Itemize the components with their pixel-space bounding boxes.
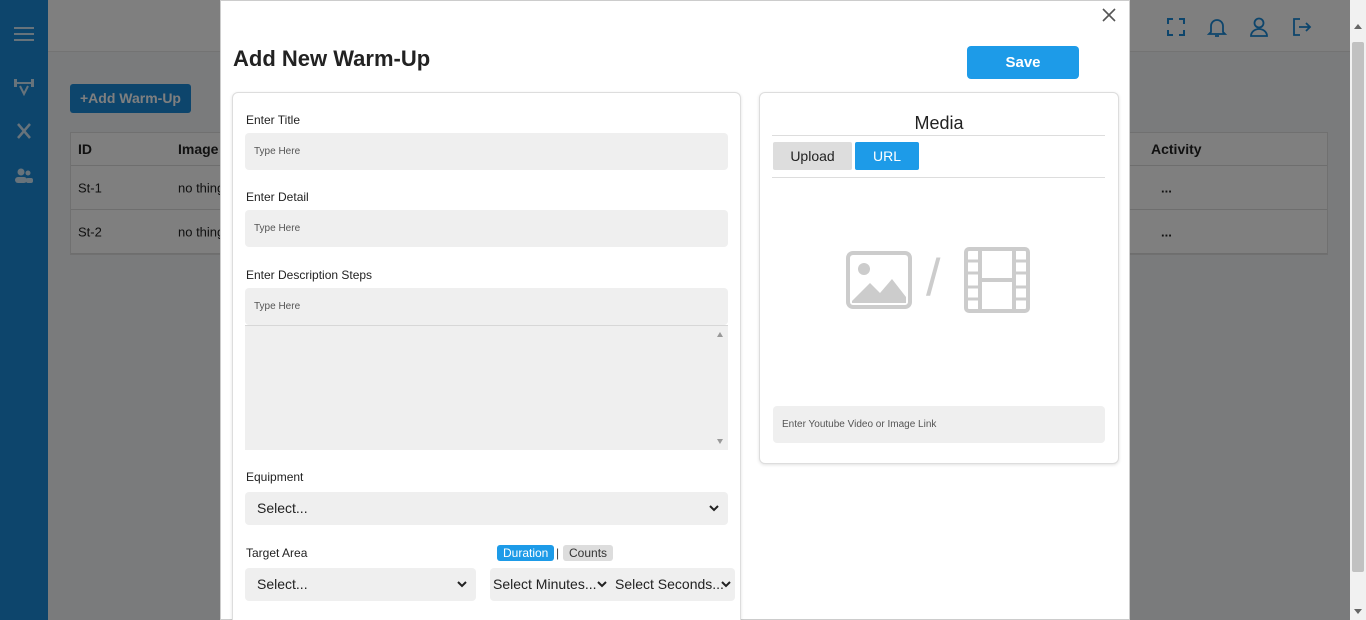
- target-area-label: Target Area: [246, 546, 308, 560]
- title-label: Enter Title: [246, 113, 301, 127]
- film-icon: [964, 247, 1030, 313]
- tab-url[interactable]: URL: [855, 142, 919, 170]
- media-link-input[interactable]: Enter Youtube Video or Image Link: [773, 406, 1105, 443]
- scroll-up-arrow-icon[interactable]: [1354, 24, 1362, 29]
- target-area-select[interactable]: Select...: [245, 568, 476, 601]
- counts-toggle[interactable]: Counts: [563, 545, 614, 561]
- chevron-down-icon: [597, 581, 607, 588]
- minutes-select[interactable]: Select Minutes...: [490, 568, 610, 601]
- modal-title: Add New Warm-Up: [233, 46, 431, 71]
- title-input[interactable]: Type Here: [245, 133, 728, 170]
- steps-textarea[interactable]: [245, 325, 728, 450]
- divider: [772, 177, 1105, 178]
- media-placeholder: /: [846, 245, 1036, 315]
- detail-label: Enter Detail: [246, 190, 309, 204]
- minutes-value: Select Minutes...: [493, 576, 597, 592]
- scroll-down-arrow-icon[interactable]: [1354, 609, 1362, 614]
- target-area-value: Select...: [257, 576, 308, 592]
- duration-toggle[interactable]: Duration: [497, 545, 555, 561]
- add-warm-up-modal: Add New Warm-Up Save Enter Title Type He…: [220, 0, 1130, 620]
- tab-upload[interactable]: Upload: [773, 142, 852, 170]
- image-icon: [846, 251, 912, 309]
- chevron-down-icon: [457, 581, 467, 588]
- divider: [772, 135, 1105, 136]
- seconds-value: Select Seconds...: [615, 576, 724, 592]
- media-title: Media: [914, 113, 964, 133]
- textarea-scroll-up-icon[interactable]: [717, 332, 723, 337]
- close-icon[interactable]: [1099, 5, 1119, 25]
- seconds-select[interactable]: Select Seconds...: [612, 568, 734, 601]
- form-card: Enter Title Type Here Enter Detail Type …: [232, 92, 741, 620]
- save-button[interactable]: Save: [967, 46, 1079, 79]
- media-card: Media Upload URL / Enter Youtube Video o…: [759, 92, 1119, 464]
- toggle-separator: |: [556, 546, 560, 560]
- chevron-down-icon: [721, 581, 731, 588]
- detail-input[interactable]: Type Here: [245, 210, 728, 247]
- page-scrollbar[interactable]: [1350, 0, 1366, 620]
- equipment-value: Select...: [257, 500, 308, 516]
- equipment-select[interactable]: Select...: [245, 492, 728, 525]
- scrollbar-thumb[interactable]: [1352, 42, 1364, 572]
- chevron-down-icon: [709, 505, 719, 512]
- steps-label: Enter Description Steps: [246, 268, 373, 282]
- textarea-scroll-down-icon[interactable]: [717, 439, 723, 444]
- steps-input[interactable]: Type Here: [245, 288, 728, 325]
- duration-selects: Select Minutes... Select Seconds...: [490, 568, 735, 601]
- media-separator: /: [926, 249, 941, 307]
- equipment-label: Equipment: [246, 470, 304, 484]
